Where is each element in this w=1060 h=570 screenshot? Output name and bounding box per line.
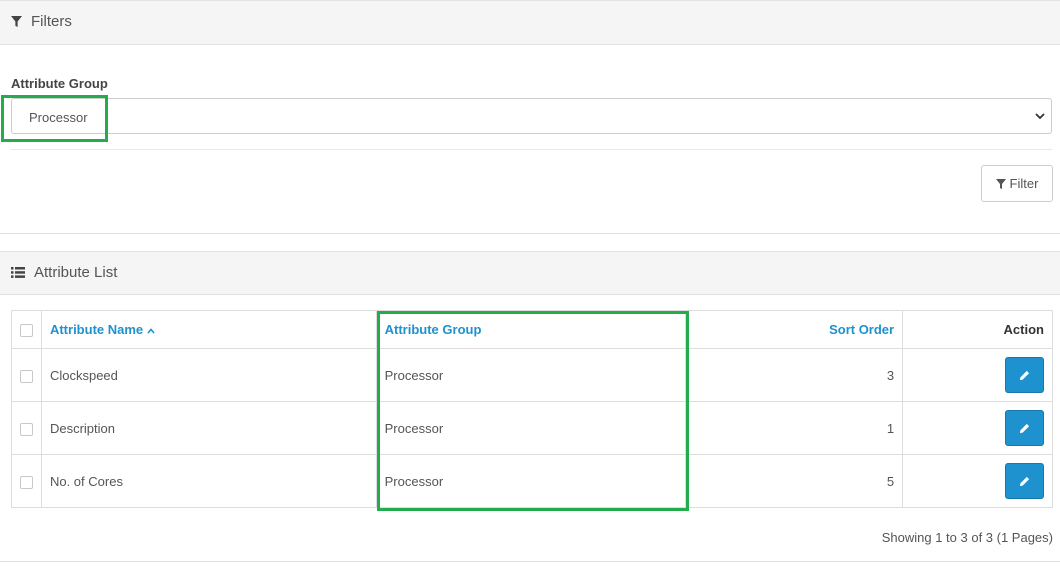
group-column-highlight-box [377,311,689,511]
pagination-text: Showing 1 to 3 of 3 (1 Pages) [881,530,1053,545]
select-highlight-box [1,95,108,142]
list-icon [11,267,25,278]
col-header-attribute-name-label: Attribute Name [49,322,144,337]
action-cell [902,454,1053,508]
row-checkbox[interactable] [19,422,33,436]
attribute-name-cell: Clockspeed [40,348,377,402]
filter-button[interactable]: Filter [981,165,1053,202]
attribute-name-cell: No. of Cores [40,454,377,508]
pencil-icon [1019,370,1030,380]
attribute-group-select[interactable]: Processor [11,98,1052,134]
select-all-cell [11,310,42,349]
attribute-group-label: Attribute Group [11,76,108,91]
col-header-sort-order-label: Sort Order [829,322,895,337]
filters-panel-heading: Filters [0,0,1060,45]
filter-icon [995,178,1006,189]
row-select-cell [11,401,42,455]
filter-button-label: Filter [1009,176,1039,191]
select-all-checkbox[interactable] [19,324,33,338]
row-select-cell [11,454,42,508]
action-cell [902,401,1053,455]
col-header-action-label: Action [1003,322,1044,337]
row-checkbox[interactable] [19,369,33,383]
filters-title: Filters [11,13,72,30]
chevron-down-icon [1035,113,1045,120]
filter-divider [11,149,1052,150]
row-select-cell [11,348,42,402]
attribute-list-heading-text: Attribute List [34,264,118,281]
attribute-name-cell: Description [40,401,377,455]
row-checkbox[interactable] [19,475,33,489]
filters-heading-text: Filters [31,13,72,30]
action-cell [902,348,1053,402]
attribute-list-panel-heading: Attribute List [0,251,1060,295]
sort-asc-icon [147,328,155,334]
panel-bottom-border [0,561,1060,562]
pencil-icon [1019,423,1030,433]
edit-button[interactable] [1005,410,1044,446]
edit-button[interactable] [1005,463,1044,499]
edit-button[interactable] [1005,357,1044,393]
filter-icon [11,16,22,27]
col-header-attribute-name[interactable]: Attribute Name [40,310,377,349]
filters-panel-body [0,45,1060,234]
attribute-list-title: Attribute List [11,264,117,281]
col-header-sort-order[interactable]: Sort Order [685,310,904,349]
sort-order-cell: 5 [685,454,904,508]
col-header-action: Action [902,310,1053,349]
sort-order-cell: 3 [685,348,904,402]
sort-order-cell: 1 [685,401,904,455]
pencil-icon [1019,476,1030,486]
